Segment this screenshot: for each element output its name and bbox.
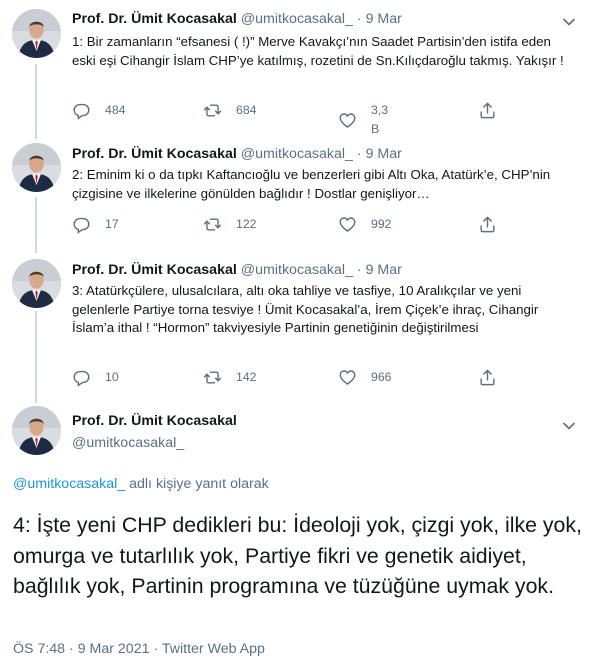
author-handle[interactable]: @umitkocasakal_: [241, 262, 353, 278]
retweet-button[interactable]: 142: [203, 368, 257, 387]
main-avatar[interactable]: [12, 406, 61, 455]
tweet-header: Prof. Dr. Ümit Kocasakal @umitkocasakal_…: [72, 262, 402, 278]
retweet-count: 684: [236, 103, 257, 117]
avatar[interactable]: [12, 259, 61, 308]
tweet-text: 3: Atatürkçülere, ulusalcılara, altı oka…: [72, 283, 539, 336]
like-icon: [338, 368, 357, 387]
reply-button[interactable]: 10: [72, 368, 119, 387]
tweet-date[interactable]: 9 Mar: [366, 11, 402, 27]
retweet-icon: [203, 101, 222, 120]
separator: ·: [153, 641, 159, 657]
more-icon[interactable]: [559, 12, 579, 32]
tweet-source[interactable]: Twitter Web App: [162, 641, 265, 657]
share-icon: [478, 215, 497, 234]
separator: ·: [69, 641, 74, 657]
author-handle[interactable]: @umitkocasakal_: [241, 146, 353, 162]
like-icon: [338, 215, 357, 234]
author-handle[interactable]: @umitkocasakal_: [72, 435, 184, 451]
retweet-button[interactable]: 122: [203, 215, 257, 234]
reply-icon: [72, 368, 91, 387]
author-name[interactable]: Prof. Dr. Ümit Kocasakal: [72, 413, 237, 429]
reply-button[interactable]: 17: [72, 215, 119, 234]
reply-count: 484: [105, 103, 126, 117]
thread-tweet-1[interactable]: Prof. Dr. Ümit Kocasakal @umitkocasakal_…: [0, 0, 595, 140]
reply-count: 10: [105, 370, 119, 384]
retweet-icon: [203, 368, 222, 387]
like-count: 992: [371, 217, 392, 231]
share-button[interactable]: [478, 215, 497, 234]
share-icon: [478, 101, 497, 120]
share-button[interactable]: [478, 368, 497, 387]
tweet-date[interactable]: 9 Mar: [366, 262, 402, 278]
reply-button[interactable]: 484: [72, 101, 126, 120]
reply-icon: [72, 215, 91, 234]
author-name[interactable]: Prof. Dr. Ümit Kocasakal: [72, 146, 237, 162]
separator: ·: [356, 146, 362, 162]
replying-to: @umitkocasakal_ adlı kişiye yanıt olarak: [13, 476, 269, 492]
separator: ·: [356, 11, 362, 27]
like-icon: [338, 111, 357, 130]
author-handle[interactable]: @umitkocasakal_: [241, 11, 353, 27]
like-button[interactable]: 992: [338, 215, 392, 234]
tweet-text: 1: Bir zamanların “efsanesi ( !)” Merve …: [72, 34, 564, 68]
author-name[interactable]: Prof. Dr. Ümit Kocasakal: [72, 11, 237, 27]
separator: ·: [356, 262, 362, 278]
thread-tweet-3[interactable]: Prof. Dr. Ümit Kocasakal @umitkocasakal_…: [0, 256, 595, 396]
tweet-header: Prof. Dr. Ümit Kocasakal @umitkocasakal_…: [72, 146, 402, 162]
author-name[interactable]: Prof. Dr. Ümit Kocasakal: [72, 262, 237, 278]
retweet-icon: [203, 215, 222, 234]
tweet-meta: ÖS 7:48 · 9 Mar 2021 · Twitter Web App: [13, 641, 265, 657]
like-button[interactable]: 3,3 B: [338, 101, 388, 139]
avatar[interactable]: [12, 143, 61, 192]
main-tweet-text: 4: İşte yeni CHP dedikleri bu: İdeoloji …: [13, 513, 582, 598]
tweet-date[interactable]: 9 Mar: [366, 146, 402, 162]
reply-suffix: adlı kişiye yanıt olarak: [125, 476, 269, 492]
retweet-count: 142: [236, 370, 257, 384]
retweet-count: 122: [236, 217, 257, 231]
like-count: 966: [371, 370, 392, 384]
retweet-button[interactable]: 684: [203, 101, 257, 120]
share-button[interactable]: [478, 101, 497, 120]
reply-mention-link[interactable]: @umitkocasakal_: [13, 476, 125, 492]
tweet-header: Prof. Dr. Ümit Kocasakal @umitkocasakal_…: [72, 11, 402, 27]
tweet-full-date[interactable]: 9 Mar 2021: [78, 641, 150, 657]
share-icon: [478, 368, 497, 387]
avatar[interactable]: [12, 9, 61, 58]
more-icon[interactable]: [559, 416, 579, 436]
like-count: 3,3 B: [371, 103, 389, 136]
reply-count: 17: [105, 217, 119, 231]
tweet-time[interactable]: ÖS 7:48: [13, 641, 65, 657]
tweet-text: 2: Eminim ki o da tıpkı Kaftancıoğlu ve …: [72, 167, 551, 201]
like-button[interactable]: 966: [338, 368, 392, 387]
reply-icon: [72, 101, 91, 120]
thread-tweet-2[interactable]: Prof. Dr. Ümit Kocasakal @umitkocasakal_…: [0, 140, 595, 256]
